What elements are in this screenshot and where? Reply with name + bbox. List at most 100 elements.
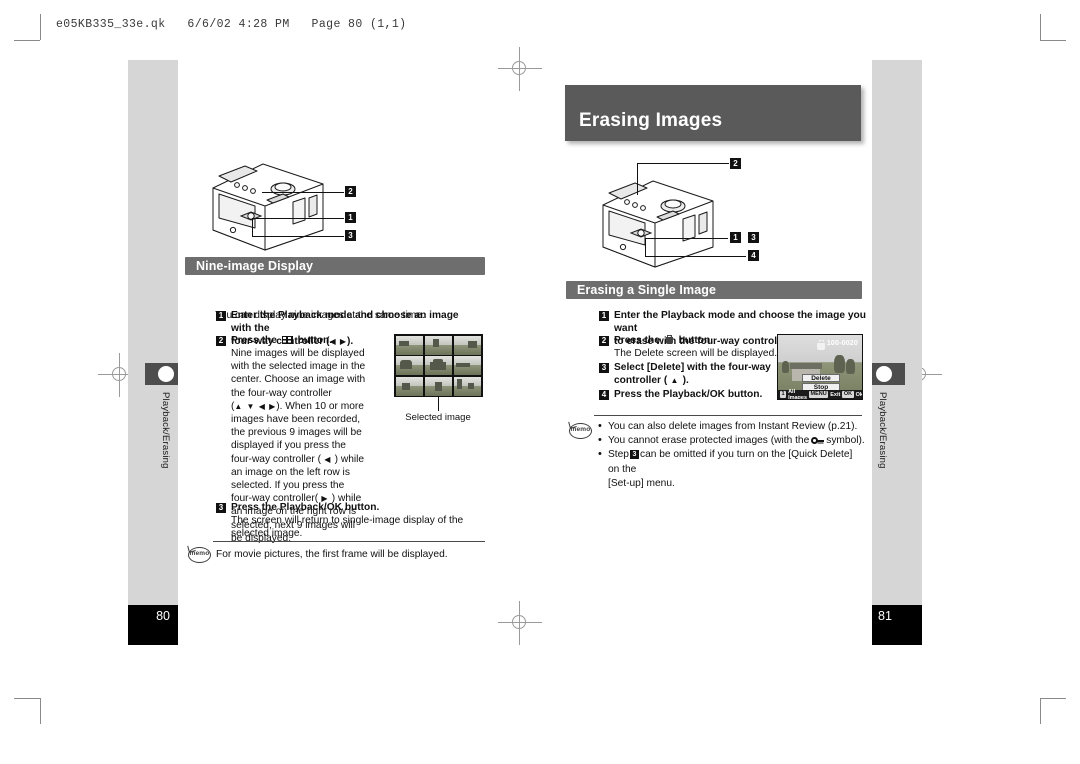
callout-3-right: 3 [748, 232, 759, 243]
step-3-number-left: 3 [216, 503, 226, 513]
right-page-band [872, 60, 922, 605]
memo-rule-right [594, 415, 862, 416]
chapter-banner: Erasing Images [565, 85, 861, 141]
callout-1-right: 1 [730, 232, 741, 243]
left-thumb-tab [145, 363, 178, 385]
step-2-post-left: button. [297, 335, 333, 346]
lcd-status-bar: 1 All Images MENU Exit OK Ok [778, 388, 863, 400]
memo-bullets-right: You can also delete images from Instant … [597, 419, 865, 491]
memo-text-left: For movie pictures, the first frame will… [216, 549, 448, 560]
callout-leader-2-left [262, 192, 344, 193]
callout-2-left: 2 [345, 186, 356, 197]
chapter-title: Erasing Images [579, 110, 723, 131]
thumbnail-cell [453, 356, 482, 375]
section-heading-nine-image: Nine-image Display [185, 257, 485, 275]
prepress-slug: e05KB335_33e.qk 6/6/02 4:28 PM Page 80 (… [56, 18, 407, 31]
memo-badge-label-right: memo [570, 426, 591, 433]
right-page-number: 81 [878, 609, 892, 623]
thumbnail-cell [424, 376, 453, 396]
manual-page-spread: e05KB335_33e.qk 6/6/02 4:28 PM Page 80 (… [0, 0, 1080, 764]
lcd-menu-delete[interactable]: Delete [802, 374, 840, 382]
camera-illustration-left [212, 163, 324, 251]
memo-bullet-3-prefix: Step [608, 449, 629, 461]
right-thumb-tab [872, 363, 905, 385]
step-4-number-right: 4 [599, 390, 609, 400]
memo-bullet-3: Step3can be omitted if you turn on the [… [597, 447, 865, 476]
step-2-number-left: 2 [216, 336, 226, 346]
section-heading-erasing-single-label: Erasing a Single Image [577, 283, 717, 297]
section-heading-nine-image-label: Nine-image Display [196, 259, 314, 273]
callout-leader-4-right [645, 256, 746, 257]
arrow-left-glyph: ◀ [321, 454, 335, 464]
lcd-status-key-ok: OK [842, 391, 854, 398]
callout-leader-2-right-v [637, 163, 638, 195]
callout-4-right: 4 [748, 250, 759, 261]
step-4-title-right: Press the Playback/OK button. [614, 389, 763, 400]
thumbnail-cell [453, 335, 482, 355]
lcd-status-label-1: All Images [788, 388, 808, 400]
memo-bullet-2: You cannot erase protected images (with … [597, 433, 865, 448]
step-1-line1-left: Enter the Playback mode and choose an im… [231, 310, 459, 335]
callout-1-left: 1 [345, 212, 356, 223]
lcd-delete-screen: 100-0020 Delete Stop 1 All Images MENU E… [777, 334, 863, 400]
step-2-title-right: Press the button. [614, 334, 774, 347]
registration-mark-bottom [498, 601, 542, 645]
thumbnail-cell [424, 335, 453, 355]
step-2-post-right: button. [678, 335, 714, 346]
figure-leader-line [438, 397, 439, 411]
lcd-trash-icon [817, 340, 825, 350]
left-page-band [128, 60, 178, 605]
memo-rule-left [213, 541, 485, 542]
step-3-body-left: The screen will return to single-image d… [231, 515, 464, 540]
memo-bullet-2-end: symbol). [826, 435, 865, 447]
step-3-title-right: Select [Delete] with the four-way contro… [614, 361, 774, 387]
callout-2-right: 2 [730, 158, 741, 169]
registration-mark-top [498, 47, 542, 91]
section-heading-erasing-single: Erasing a Single Image [566, 281, 862, 299]
step-3-title-left: Press the Playback/OK button. [231, 502, 380, 513]
step-2-pre-right: Press the [614, 335, 660, 346]
figure-caption-selected-image: Selected image [405, 412, 471, 423]
callout-leader-1-right [645, 238, 728, 239]
right-side-tab-label: Playback/Erasing [877, 392, 888, 469]
step-1-number-left: 1 [216, 311, 226, 321]
callout-leader-1-left [252, 218, 344, 219]
memo-bullet-3-continuation: [Set-up] menu. [608, 477, 675, 489]
thumbnail-cell [395, 376, 424, 396]
memo-bullet-1: You can also delete images from Instant … [597, 419, 865, 434]
step-2-number-right: 2 [599, 336, 609, 346]
memo-badge-right: memo [568, 420, 593, 440]
callout-leader-2-right [637, 163, 729, 164]
camera-illustration-right [602, 180, 714, 268]
step-3-line2end-right: ). [682, 375, 689, 387]
callout-3-left: 3 [345, 230, 356, 241]
step-1-number-right: 1 [599, 311, 609, 321]
memo-bullet-3-text: can be omitted if you turn on the [Quick… [608, 449, 853, 475]
step-3-line2-right: controller ( [614, 375, 668, 387]
callout-leader-4-right-v [645, 238, 646, 256]
lcd-photo-tree [846, 359, 855, 374]
nine-image-thumbnail-grid [394, 334, 483, 397]
memo-badge-left: memo [187, 544, 212, 564]
lcd-photo-roof [790, 363, 822, 369]
memo-bullet-2-text: You cannot erase protected images (with … [608, 435, 810, 447]
callout-leader-3-left-v [252, 218, 253, 236]
left-page-number: 80 [156, 609, 170, 623]
step-3-number-right: 3 [599, 363, 609, 373]
lcd-photo-tree [782, 361, 789, 373]
thumbnail-cell [395, 335, 424, 355]
lcd-file-number: 100-0020 [826, 340, 858, 347]
callout-leader-3-left [252, 236, 344, 237]
step-2-pre-left: Press the [231, 335, 277, 346]
memo-bullet-3-stepnum: 3 [629, 450, 639, 460]
step-2-body-right: The Delete screen will be displayed. [614, 348, 778, 359]
step-3-line1-right: Select [Delete] with the four-way [614, 362, 771, 373]
step-1-line1-right: Enter the Playback mode and choose the i… [614, 310, 866, 335]
thumbnail-cell [395, 356, 424, 375]
memo-badge-label-left: memo [189, 550, 210, 557]
lcd-photo-tree [834, 355, 845, 373]
lcd-status-label-ok: Ok [855, 391, 863, 398]
lcd-status-key-1: 1 [780, 391, 787, 398]
lcd-status-key-menu: MENU [809, 391, 829, 398]
arrow-up-glyph: ▲ [667, 376, 683, 386]
